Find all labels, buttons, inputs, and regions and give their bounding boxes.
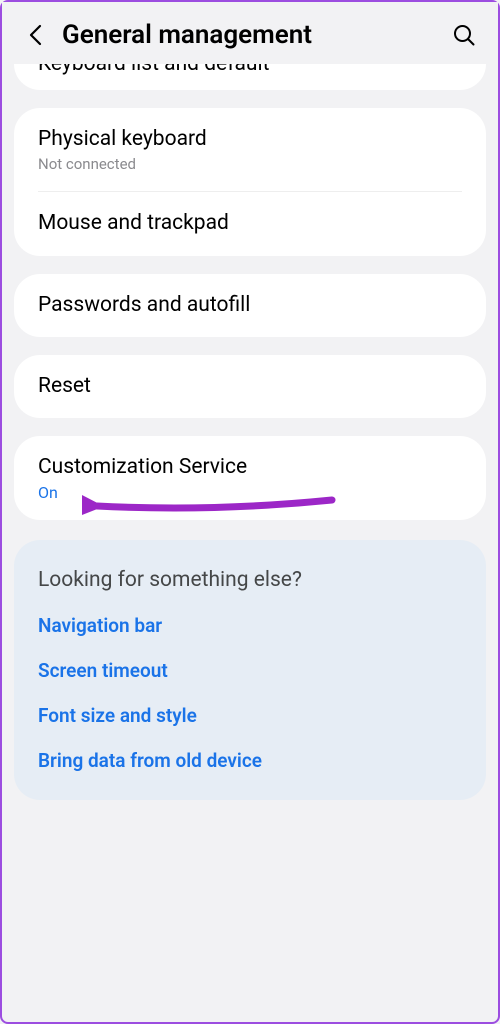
customization-service-title: Customization Service	[38, 454, 462, 481]
passwords-autofill-title: Passwords and autofill	[38, 292, 462, 319]
reset-title: Reset	[38, 373, 462, 400]
back-icon[interactable]	[22, 22, 48, 48]
keyboard-list-item[interactable]: Keyboard list and default	[38, 64, 462, 76]
card-input-devices: Physical keyboard Not connected Mouse an…	[14, 108, 486, 256]
info-card: Looking for something else? Navigation b…	[14, 540, 486, 800]
passwords-autofill-item[interactable]: Passwords and autofill	[14, 274, 486, 337]
card-reset: Reset	[14, 355, 486, 418]
card-passwords: Passwords and autofill	[14, 274, 486, 337]
content-area: Keyboard list and default Physical keybo…	[2, 64, 498, 800]
partial-card: Keyboard list and default	[14, 64, 486, 90]
physical-keyboard-subtitle: Not connected	[38, 155, 462, 173]
info-card-title: Looking for something else?	[38, 568, 462, 592]
header: General management	[2, 2, 498, 64]
page-title: General management	[62, 20, 312, 50]
physical-keyboard-item[interactable]: Physical keyboard Not connected	[14, 108, 486, 191]
link-navigation-bar[interactable]: Navigation bar	[38, 614, 462, 637]
mouse-trackpad-item[interactable]: Mouse and trackpad	[14, 192, 486, 255]
search-icon[interactable]	[450, 21, 478, 49]
link-screen-timeout[interactable]: Screen timeout	[38, 659, 462, 682]
physical-keyboard-title: Physical keyboard	[38, 126, 462, 153]
mouse-trackpad-title: Mouse and trackpad	[38, 210, 462, 237]
link-bring-data[interactable]: Bring data from old device	[38, 749, 462, 772]
customization-service-item[interactable]: Customization Service On	[14, 436, 486, 520]
link-font-size[interactable]: Font size and style	[38, 704, 462, 727]
customization-service-subtitle: On	[38, 483, 462, 502]
card-customization: Customization Service On	[14, 436, 486, 520]
reset-item[interactable]: Reset	[14, 355, 486, 418]
